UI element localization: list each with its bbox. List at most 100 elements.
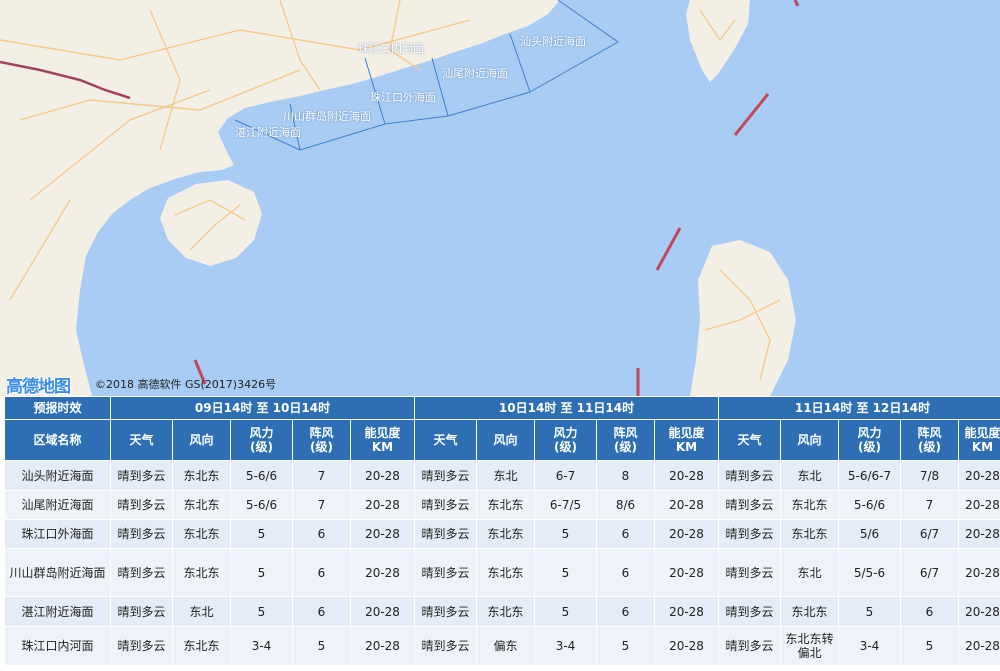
- col-header-visibility: 能见度 KM: [350, 419, 415, 461]
- col-header-visibility: 能见度 KM: [654, 419, 719, 461]
- cell-wind-direction: 东北: [476, 460, 535, 491]
- region-name-cell: 川山群岛附近海面: [4, 548, 111, 597]
- cell-gust: 7: [900, 490, 959, 520]
- cell-gust: 7/8: [900, 460, 959, 491]
- cell-wind-force: 3-4: [534, 626, 597, 666]
- cell-wind-force: 6-7/5: [534, 490, 597, 520]
- col-header-gust: 阵风 (级): [900, 419, 959, 461]
- cell-gust: 6: [292, 596, 351, 627]
- col-header-line2: KM: [971, 440, 994, 454]
- map-canvas: [0, 0, 800, 396]
- cell-wind-force: 5/6: [838, 519, 901, 549]
- cell-visibility: 20-28: [654, 460, 719, 491]
- col-header-line1: 阵风: [917, 426, 942, 440]
- cell-visibility: 20-28: [654, 548, 719, 597]
- col-header-weather: 天气: [110, 419, 173, 461]
- hainan-island: [160, 180, 262, 266]
- map-label-chuanshan: 川山群岛附近海面: [283, 110, 371, 123]
- col-header-line1: 阵风: [613, 426, 638, 440]
- period-header-row: 预报时效 09日14时 至 10日14时 10日14时 至 11日14时 11日…: [4, 396, 1000, 420]
- col-header-line1: 风力: [249, 426, 274, 440]
- col-header-line1: 能见度: [964, 426, 1000, 440]
- cell-wind-force: 3-4: [838, 626, 901, 666]
- map-label-shantou: 汕头附近海面: [520, 35, 586, 48]
- cell-wind-direction: 东北东: [476, 596, 535, 627]
- col-header-line1: 风向: [189, 433, 214, 447]
- cell-weather: 晴到多云: [414, 519, 477, 549]
- col-header-gust: 阵风 (级): [596, 419, 655, 461]
- cell-gust: 6: [292, 548, 351, 597]
- cell-wind-direction: 东北东: [172, 460, 231, 491]
- region-name-header: 区域名称: [4, 419, 111, 461]
- col-header-line1: 天气: [737, 433, 762, 447]
- cell-wind-direction: 东北东: [476, 519, 535, 549]
- col-header-line1: 风向: [493, 433, 518, 447]
- col-header-line1: 能见度: [668, 426, 705, 440]
- cell-wind-force: 5-6/6: [230, 460, 293, 491]
- cell-visibility: 20-28: [958, 460, 1000, 491]
- cell-wind-direction: 东北东: [780, 519, 839, 549]
- cell-weather: 晴到多云: [414, 490, 477, 520]
- region-name-cell: 珠江口内河面: [4, 626, 111, 666]
- period-1: 09日14时 至 10日14时: [110, 396, 415, 420]
- cell-gust: 6: [596, 548, 655, 597]
- map-label-pearl-river-outer: 珠江口外海面: [370, 91, 436, 104]
- cell-wind-direction: 东北东: [172, 490, 231, 520]
- map-view[interactable]: 珠江口内河面 汕头附近海面 汕尾附近海面 珠江口外海面 川山群岛附近海面 湛江附…: [0, 0, 1000, 396]
- cell-gust: 6/7: [900, 548, 959, 597]
- cell-weather: 晴到多云: [110, 460, 173, 491]
- map-label-shanwei: 汕尾附近海面: [442, 67, 508, 80]
- cell-visibility: 20-28: [958, 519, 1000, 549]
- col-header-line1: 风向: [797, 433, 822, 447]
- cell-weather: 晴到多云: [110, 596, 173, 627]
- cell-wind-force: 5: [838, 596, 901, 627]
- cell-weather: 晴到多云: [414, 626, 477, 666]
- col-header-line1: 阵风: [309, 426, 334, 440]
- cell-gust: 7: [292, 490, 351, 520]
- cell-weather: 晴到多云: [414, 460, 477, 491]
- cell-weather: 晴到多云: [414, 596, 477, 627]
- column-header-row: 区域名称 天气 风向 风力 (级) 阵风 (级) 能见度 KM 天气 风向 风力 (级) 阵风 (级) 能见…: [4, 419, 1000, 461]
- col-header-line1: 能见度: [364, 426, 401, 440]
- col-header-line1: 风力: [857, 426, 882, 440]
- region-name-cell: 汕头附近海面: [4, 460, 111, 491]
- table-row: 珠江口内河面 晴到多云 东北东 3-4 5 20-28 晴到多云 偏东 3-4 5 20-28 晴到多…: [4, 626, 1000, 666]
- cell-wind-direction: 东北东: [780, 490, 839, 520]
- cell-wind-direction: 东北东: [172, 626, 231, 666]
- table-row: 湛江附近海面 晴到多云 东北 5 6 20-28 晴到多云 东北东 5 6 20-28 晴到多云 东北东…: [4, 596, 1000, 627]
- cell-weather: 晴到多云: [718, 460, 781, 491]
- cell-gust: 8: [596, 460, 655, 491]
- cell-wind-direction: 偏东: [476, 626, 535, 666]
- cell-gust: 7: [292, 460, 351, 491]
- cell-wind-direction: 东北东: [476, 490, 535, 520]
- table-row: 汕尾附近海面 晴到多云 东北东 5-6/6 7 20-28 晴到多云 东北东 6-7/5 8/6 2…: [4, 490, 1000, 520]
- cell-gust: 6: [596, 519, 655, 549]
- cell-weather: 晴到多云: [718, 626, 781, 666]
- col-header-visibility: 能见度 KM: [958, 419, 1000, 461]
- cell-visibility: 20-28: [654, 490, 719, 520]
- region-name-cell: 汕尾附近海面: [4, 490, 111, 520]
- col-header-line2: KM: [371, 440, 394, 454]
- forecast-body: 汕头附近海面 晴到多云 东北东 5-6/6 7 20-28 晴到多云 东北 6-7 8 20-28 晴…: [4, 460, 1000, 666]
- cell-wind-force: 5-6/6: [838, 490, 901, 520]
- cell-weather: 晴到多云: [718, 490, 781, 520]
- col-header-line1: 天气: [433, 433, 458, 447]
- cell-weather: 晴到多云: [110, 519, 173, 549]
- cell-wind-direction: 东北东: [172, 519, 231, 549]
- col-header-line2: (级): [310, 440, 333, 454]
- map-label-zhanjiang: 湛江附近海面: [235, 126, 301, 139]
- forecast-table: 预报时效 09日14时 至 10日14时 10日14时 至 11日14时 11日…: [4, 396, 1000, 666]
- col-header-wind-force: 风力 (级): [838, 419, 901, 461]
- table-row: 珠江口外海面 晴到多云 东北东 5 6 20-28 晴到多云 东北东 5 6 20-28 晴到多云 东北…: [4, 519, 1000, 549]
- cell-wind-force: 5: [534, 548, 597, 597]
- col-header-line1: 风力: [553, 426, 578, 440]
- cell-gust: 5: [292, 626, 351, 666]
- cell-visibility: 20-28: [350, 548, 415, 597]
- cell-gust: 8/6: [596, 490, 655, 520]
- col-header-line2: (级): [858, 440, 881, 454]
- region-name-cell: 湛江附近海面: [4, 596, 111, 627]
- cell-gust: 6/7: [900, 519, 959, 549]
- cell-visibility: 20-28: [654, 519, 719, 549]
- table-row: 川山群岛附近海面 晴到多云 东北东 5 6 20-28 晴到多云 东北东 5 6 20-28 晴到多云…: [4, 548, 1000, 597]
- col-header-wind-force: 风力 (级): [230, 419, 293, 461]
